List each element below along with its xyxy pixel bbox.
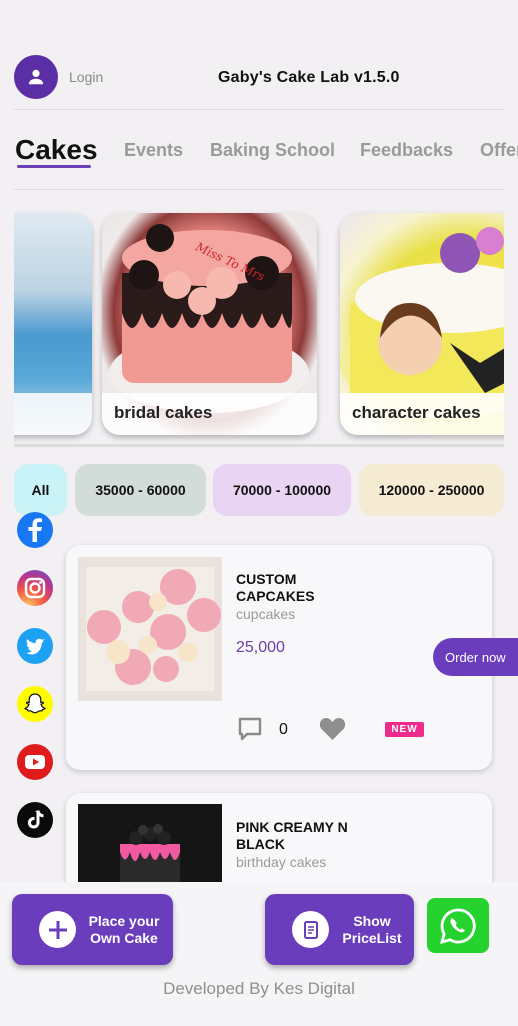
product-category: cupcakes: [236, 606, 296, 622]
category-card-character[interactable]: character cakes: [340, 213, 504, 435]
tab-feedbacks[interactable]: Feedbacks: [360, 140, 453, 161]
whatsapp-icon: [440, 908, 476, 944]
product-name: PINK CREAMY N BLACK: [236, 819, 348, 852]
tab-events[interactable]: Events: [124, 140, 183, 161]
filter-chip-120000-250000[interactable]: 120000 - 250000: [359, 464, 504, 516]
new-badge: NEW: [385, 722, 424, 737]
user-avatar[interactable]: [14, 55, 58, 99]
product-price: 25,000: [236, 639, 285, 656]
plus-icon: [39, 911, 76, 948]
tab-offers[interactable]: Offers: [480, 140, 518, 161]
heart-icon[interactable]: [319, 717, 346, 741]
category-card-bridal[interactable]: Miss To Mrs bridal cakes: [102, 213, 317, 435]
tab-cakes[interactable]: Cakes: [15, 134, 98, 166]
receipt-icon: [292, 911, 329, 948]
divider: [14, 189, 504, 190]
whatsapp-button[interactable]: [427, 898, 489, 953]
login-link[interactable]: Login: [69, 69, 103, 85]
product-category: birthday cakes: [236, 854, 327, 870]
youtube-icon[interactable]: [17, 744, 53, 780]
filter-chip-70000-100000[interactable]: 70000 - 100000: [213, 464, 351, 516]
app-title: Gaby's Cake Lab v1.5.0: [218, 69, 400, 86]
filter-chip-35000-60000[interactable]: 35000 - 60000: [75, 464, 206, 516]
tiktok-icon[interactable]: [17, 802, 53, 838]
tab-baking-school[interactable]: Baking School: [210, 140, 335, 161]
divider: [14, 109, 504, 110]
show-pricelist-button[interactable]: Show PriceList: [265, 894, 414, 965]
place-own-cake-button[interactable]: Place your Own Cake: [12, 894, 173, 965]
category-label: character cakes: [340, 393, 504, 435]
filter-chip-all[interactable]: All: [14, 464, 67, 516]
order-now-button[interactable]: Order now: [433, 638, 518, 676]
category-label: bridal cakes: [102, 393, 317, 435]
category-carousel[interactable]: Miss To Mrs bridal cakes character cakes: [14, 205, 504, 445]
product-name: CUSTOM CAPCAKES: [236, 571, 315, 604]
facebook-icon[interactable]: [17, 512, 53, 548]
comment-count: 0: [279, 721, 288, 738]
product-card[interactable]: CUSTOM CAPCAKES cupcakes 25,000 0 NEW: [66, 545, 492, 770]
carousel-scrollbar[interactable]: [14, 444, 504, 447]
twitter-icon[interactable]: [17, 628, 53, 664]
person-icon: [28, 69, 44, 85]
show-pricelist-label: Show PriceList: [342, 912, 402, 946]
tab-offers-clip: Offers: [480, 140, 518, 166]
active-tab-indicator: [17, 165, 91, 168]
product-image: [78, 557, 222, 701]
category-label: [14, 393, 92, 435]
place-own-cake-label: Place your Own Cake: [88, 912, 160, 946]
category-card[interactable]: [14, 213, 92, 435]
comment-icon[interactable]: [237, 716, 263, 742]
snapchat-icon[interactable]: [17, 686, 53, 722]
instagram-icon[interactable]: [17, 570, 53, 606]
footer-credit: Developed By Kes Digital: [163, 979, 355, 998]
